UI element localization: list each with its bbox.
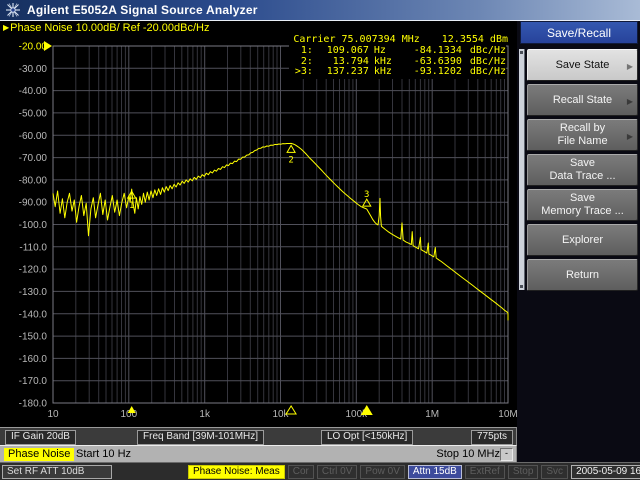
svg-text:-80.00: -80.00: [19, 175, 48, 186]
svg-text:-170.0: -170.0: [19, 376, 48, 387]
softkey-label: Save State: [556, 59, 610, 72]
status-chip-cor: Cor: [288, 465, 314, 479]
svg-text:-160.0: -160.0: [19, 354, 48, 365]
softkey-save-data-trace[interactable]: Save Data Trace ...: [527, 154, 638, 186]
status-chip-svc: Svc: [541, 465, 568, 479]
svg-text:-40.00: -40.00: [19, 86, 48, 97]
submenu-arrow-icon: ▶: [627, 130, 633, 143]
svg-text:1M: 1M: [425, 409, 439, 420]
instrument-status-bar: IF Gain 20dB Freq Band [39M-101MHz] LO Opt…: [0, 427, 517, 445]
softkey-save-memory-trace[interactable]: Save Memory Trace ...: [527, 189, 638, 221]
submenu-arrow-icon: ▶: [627, 95, 633, 108]
title-bar: Agilent E5052A Signal Source Analyzer: [0, 0, 640, 21]
softkey-recall-by-file-name[interactable]: Recall by File Name ▶: [527, 119, 638, 151]
marker-readout-list: 1:109.067Hz-84.1334dBc/Hz2:13.794kHz-63.…: [289, 45, 506, 79]
svg-text:-100.0: -100.0: [19, 220, 48, 231]
softkey-recall-state[interactable]: Recall State ▶: [527, 84, 638, 116]
carrier-frequency: Carrier 75.007394 MHz: [293, 34, 419, 45]
softkey-label: Explorer: [562, 234, 603, 247]
status-chip-ctrl-0v: Ctrl 0V: [317, 465, 358, 479]
softkey-save-state[interactable]: Save State ▶: [527, 49, 638, 81]
status-chip-pow-0v: Pow 0V: [360, 465, 404, 479]
svg-text:-120.0: -120.0: [19, 265, 48, 276]
svg-text:-130.0: -130.0: [19, 287, 48, 298]
status-chip-stop: Stop: [508, 465, 539, 479]
svg-text:-70.00: -70.00: [19, 153, 48, 164]
active-trace-chip: Phase Noise: [4, 448, 74, 461]
menu-title: Save/Recall: [520, 21, 638, 44]
svg-text:-180.0: -180.0: [19, 399, 48, 410]
status-indicator-row: Phase Noise: MeasCorCtrl 0VPow 0V Attn 15…: [188, 465, 638, 479]
marker-readout-row: >3:137.237kHz-93.1202dBc/Hz: [289, 67, 506, 78]
status-chip-extref: ExtRef: [465, 465, 505, 479]
collapse-button[interactable]: -: [500, 448, 513, 461]
sweep-start-label: Start 10 Hz: [76, 448, 131, 461]
instrument-setting-box: IF Gain 20dB: [5, 430, 76, 445]
graph-screen: ▶Phase Noise 10.00dB/ Ref -20.00dBc/Hz -…: [0, 21, 517, 427]
svg-text:2: 2: [288, 155, 293, 165]
softkey-label: Save Data Trace ...: [549, 157, 615, 183]
svg-text:-110.0: -110.0: [19, 242, 47, 253]
svg-text:-60.00: -60.00: [19, 131, 48, 142]
submenu-arrow-icon: ▶: [627, 60, 633, 73]
e5052a-screen: Agilent E5052A Signal Source Analyzer ▶P…: [0, 0, 640, 480]
status-chip-attn-15db: Attn 15dB: [408, 465, 462, 479]
softkey-menu: Save/Recall Save State▶Recall State▶Reca…: [517, 21, 640, 462]
status-chip-phase-noise-meas: Phase Noise: Meas: [188, 465, 285, 479]
instrument-setting-box: LO Opt [<150kHz]: [321, 430, 413, 445]
softkey-label: Recall State: [553, 94, 612, 107]
window-title: Agilent E5052A Signal Source Analyzer: [27, 3, 258, 17]
svg-text:-90.00: -90.00: [19, 198, 48, 209]
svg-text:1k: 1k: [199, 409, 211, 420]
svg-text:-150.0: -150.0: [19, 332, 48, 343]
instrument-setting-box: Freq Band [39M-101MHz]: [137, 430, 264, 445]
system-status-bar: Set RF ATT 10dB Phase Noise: MeasCorCtrl…: [0, 462, 640, 480]
svg-text:-20.00: -20.00: [19, 42, 48, 53]
phase-noise-plot: -20.00 -30.00 -40.00 -50.00 -60.00 -70.00 -80.…: [0, 21, 517, 427]
svg-text:-50.00: -50.00: [19, 108, 48, 119]
softkey-return[interactable]: Return: [527, 259, 638, 291]
svg-text:10: 10: [47, 409, 59, 420]
marker-readout-row: 1:109.067Hz-84.1334dBc/Hz: [289, 46, 506, 57]
svg-text:-30.00: -30.00: [19, 64, 48, 75]
sweep-points-box: 775pts: [471, 430, 513, 445]
softkey-label: Save Memory Trace ...: [541, 192, 624, 218]
carrier-power: 12.3554 dBm: [442, 34, 508, 45]
svg-text:100: 100: [120, 409, 137, 420]
sweep-bar: Phase Noise Start 10 Hz Stop 10 MHz -: [0, 445, 517, 462]
carrier-readout: Carrier 75.007394 MHz 12.3554 dBm: [293, 34, 508, 45]
svg-text:10M: 10M: [498, 409, 517, 420]
menu-button-list: Save State▶Recall State▶Recall by File N…: [527, 49, 638, 294]
status-message: Set RF ATT 10dB: [2, 465, 112, 479]
sweep-stop-label: Stop 10 MHz: [436, 448, 500, 461]
softkey-explorer[interactable]: Explorer: [527, 224, 638, 256]
agilent-spark-icon: [3, 2, 23, 18]
svg-text:-140.0: -140.0: [19, 309, 48, 320]
softkey-label: Recall by File Name: [557, 122, 607, 148]
clock-display: 2005-05-09 16:50: [571, 465, 640, 479]
menu-scrollbar[interactable]: [519, 49, 525, 290]
svg-text:1: 1: [129, 201, 134, 211]
softkey-label: Return: [566, 269, 599, 282]
